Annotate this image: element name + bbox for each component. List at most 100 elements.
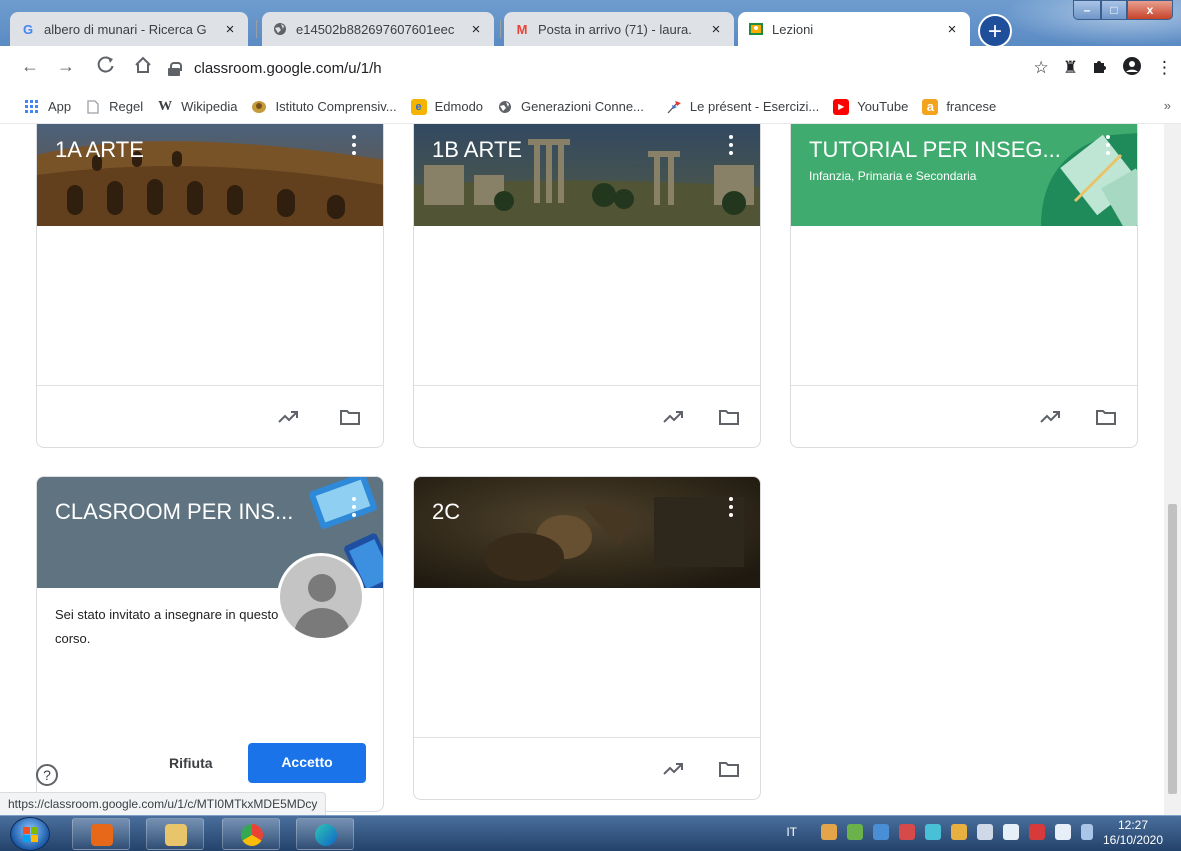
- language-indicator[interactable]: IT: [786, 825, 797, 839]
- class-title[interactable]: CLASROOM PER INS...: [55, 499, 293, 525]
- tray-device-icon[interactable]: [977, 824, 993, 840]
- home-icon[interactable]: [134, 56, 152, 79]
- extension-figure-icon[interactable]: ♜: [1063, 58, 1078, 78]
- taskbar-chrome[interactable]: [222, 818, 280, 850]
- tab-gmail[interactable]: M Posta in arrivo (71) - laura. ×: [504, 12, 734, 46]
- class-card-invitation[interactable]: CLASROOM PER INS... Sei stato invitato a…: [36, 476, 384, 812]
- tray-flag-icon[interactable]: [1055, 824, 1071, 840]
- star-bookmark-icon[interactable]: ☆: [1034, 58, 1049, 78]
- windows-start-button[interactable]: [10, 817, 50, 851]
- class-title[interactable]: 2C: [432, 499, 460, 525]
- tab-title: Lezioni: [772, 21, 814, 37]
- classroom-icon: [748, 21, 764, 37]
- reject-button[interactable]: Rifiuta: [169, 755, 213, 771]
- card-banner[interactable]: 1B ARTE: [414, 124, 760, 226]
- trending-up-icon[interactable]: [277, 408, 299, 426]
- card-menu-icon[interactable]: [728, 497, 734, 517]
- tray-magnet-icon[interactable]: [899, 824, 915, 840]
- browser-menu-icon[interactable]: ⋮: [1156, 58, 1173, 78]
- new-tab-button[interactable]: +: [978, 14, 1012, 48]
- taskbar-explorer[interactable]: [146, 818, 204, 850]
- profile-avatar-icon[interactable]: [1122, 56, 1142, 81]
- bookmarks-bar: App Regel W Wikipedia Istituto Comprensi…: [0, 90, 1181, 124]
- tab-close-icon[interactable]: ×: [468, 21, 484, 38]
- trending-up-icon[interactable]: [662, 760, 684, 778]
- trending-up-icon[interactable]: [1039, 408, 1061, 426]
- page-scrollbar[interactable]: [1164, 124, 1181, 815]
- folder-icon[interactable]: [718, 760, 740, 778]
- edmodo-icon: e: [410, 98, 427, 115]
- card-banner[interactable]: TUTORIAL PER INSEG... Infanzia, Primaria…: [791, 124, 1137, 226]
- class-card-2c[interactable]: 2C: [413, 476, 761, 800]
- card-menu-icon[interactable]: [728, 135, 734, 155]
- bookmark-wikipedia[interactable]: W Wikipedia: [157, 99, 237, 115]
- extensions-puzzle-icon[interactable]: [1092, 58, 1108, 79]
- bookmark-generazioni[interactable]: Generazioni Conne...: [497, 99, 644, 115]
- tab-lezioni[interactable]: Lezioni ×: [738, 12, 970, 46]
- bookmark-le-present[interactable]: Le présent - Esercizi...: [666, 99, 819, 115]
- taskbar-clock[interactable]: 12:27 16/10/2020: [1097, 818, 1169, 848]
- card-banner[interactable]: 2C: [414, 477, 760, 588]
- tab-close-icon[interactable]: ×: [222, 21, 238, 38]
- class-title[interactable]: TUTORIAL PER INSEG...: [809, 137, 1061, 163]
- tab-close-icon[interactable]: ×: [944, 21, 960, 38]
- folder-icon[interactable]: [339, 408, 361, 426]
- card-menu-icon[interactable]: [351, 135, 357, 155]
- bookmark-istituto[interactable]: Istituto Comprensiv...: [251, 99, 397, 115]
- bookmark-label: App: [48, 99, 72, 114]
- tray-app-icon[interactable]: [925, 824, 941, 840]
- bookmark-youtube[interactable]: ▶ YouTube: [833, 98, 909, 115]
- minimize-button[interactable]: –: [1073, 0, 1101, 20]
- system-tray: IT: [786, 824, 1093, 840]
- reload-icon[interactable]: [96, 55, 116, 80]
- tray-volume-icon[interactable]: [1003, 824, 1019, 840]
- tray-shield-icon[interactable]: [873, 824, 889, 840]
- tab-title: Posta in arrivo (71) - laura.: [538, 21, 692, 37]
- tab-google-search[interactable]: G albero di munari - Ricerca G ×: [10, 12, 248, 46]
- tray-signal-icon[interactable]: [1081, 824, 1093, 840]
- class-card-1a-arte[interactable]: 1A ARTE: [36, 124, 384, 448]
- bookmark-app[interactable]: App: [24, 99, 71, 115]
- address-bar[interactable]: classroom.google.com/u/1/h: [168, 52, 1028, 84]
- tab-close-icon[interactable]: ×: [708, 21, 724, 38]
- folder-icon[interactable]: [1095, 408, 1117, 426]
- trending-up-icon[interactable]: [662, 408, 684, 426]
- bookmark-regel[interactable]: Regel: [85, 99, 143, 115]
- taskbar-media-player[interactable]: [72, 818, 130, 850]
- painting-banner-image: [414, 477, 760, 588]
- class-title[interactable]: 1A ARTE: [55, 137, 144, 163]
- tray-error-icon[interactable]: [1029, 824, 1045, 840]
- scrollbar-thumb[interactable]: [1168, 504, 1177, 794]
- class-card-1b-arte[interactable]: 1B ARTE: [413, 124, 761, 448]
- taskbar-edge[interactable]: [296, 818, 354, 850]
- tab-image[interactable]: e14502b882697607601eec ×: [262, 12, 494, 46]
- youtube-icon: ▶: [833, 98, 850, 115]
- forward-arrow-icon[interactable]: →: [50, 56, 82, 77]
- bookmark-label: Edmodo: [434, 99, 484, 114]
- tab-separator: [500, 20, 501, 38]
- class-title[interactable]: 1B ARTE: [432, 137, 522, 163]
- card-footer: [791, 385, 1137, 447]
- card-menu-icon[interactable]: [1105, 135, 1111, 155]
- tray-hand-icon[interactable]: [951, 824, 967, 840]
- bookmark-francese[interactable]: a francese: [922, 98, 996, 115]
- browser-toolbar: ← → classroom.google.com/u/1/h ☆ ♜ ⋮: [0, 46, 1181, 90]
- back-arrow-icon[interactable]: ←: [14, 56, 46, 77]
- class-card-tutorial[interactable]: TUTORIAL PER INSEG... Infanzia, Primaria…: [790, 124, 1138, 448]
- lock-icon: [168, 61, 182, 76]
- accept-button[interactable]: Accetto: [248, 743, 366, 783]
- card-menu-icon[interactable]: [351, 497, 357, 517]
- help-icon[interactable]: ?: [36, 764, 58, 786]
- bookmark-edmodo[interactable]: e Edmodo: [410, 98, 484, 115]
- card-banner[interactable]: 1A ARTE: [37, 124, 383, 226]
- folder-icon[interactable]: [718, 408, 740, 426]
- tray-network-icon[interactable]: [847, 824, 863, 840]
- close-window-button[interactable]: x: [1127, 0, 1173, 20]
- bookmarks-more-icon[interactable]: »: [1164, 98, 1171, 113]
- school-crest-icon: [251, 99, 267, 115]
- tray-arrow-icon[interactable]: [821, 824, 837, 840]
- apps-grid-icon: [24, 99, 40, 115]
- maximize-button[interactable]: □: [1101, 0, 1127, 20]
- bookmark-label: YouTube: [857, 99, 909, 114]
- bookmark-label: Wikipedia: [181, 99, 238, 114]
